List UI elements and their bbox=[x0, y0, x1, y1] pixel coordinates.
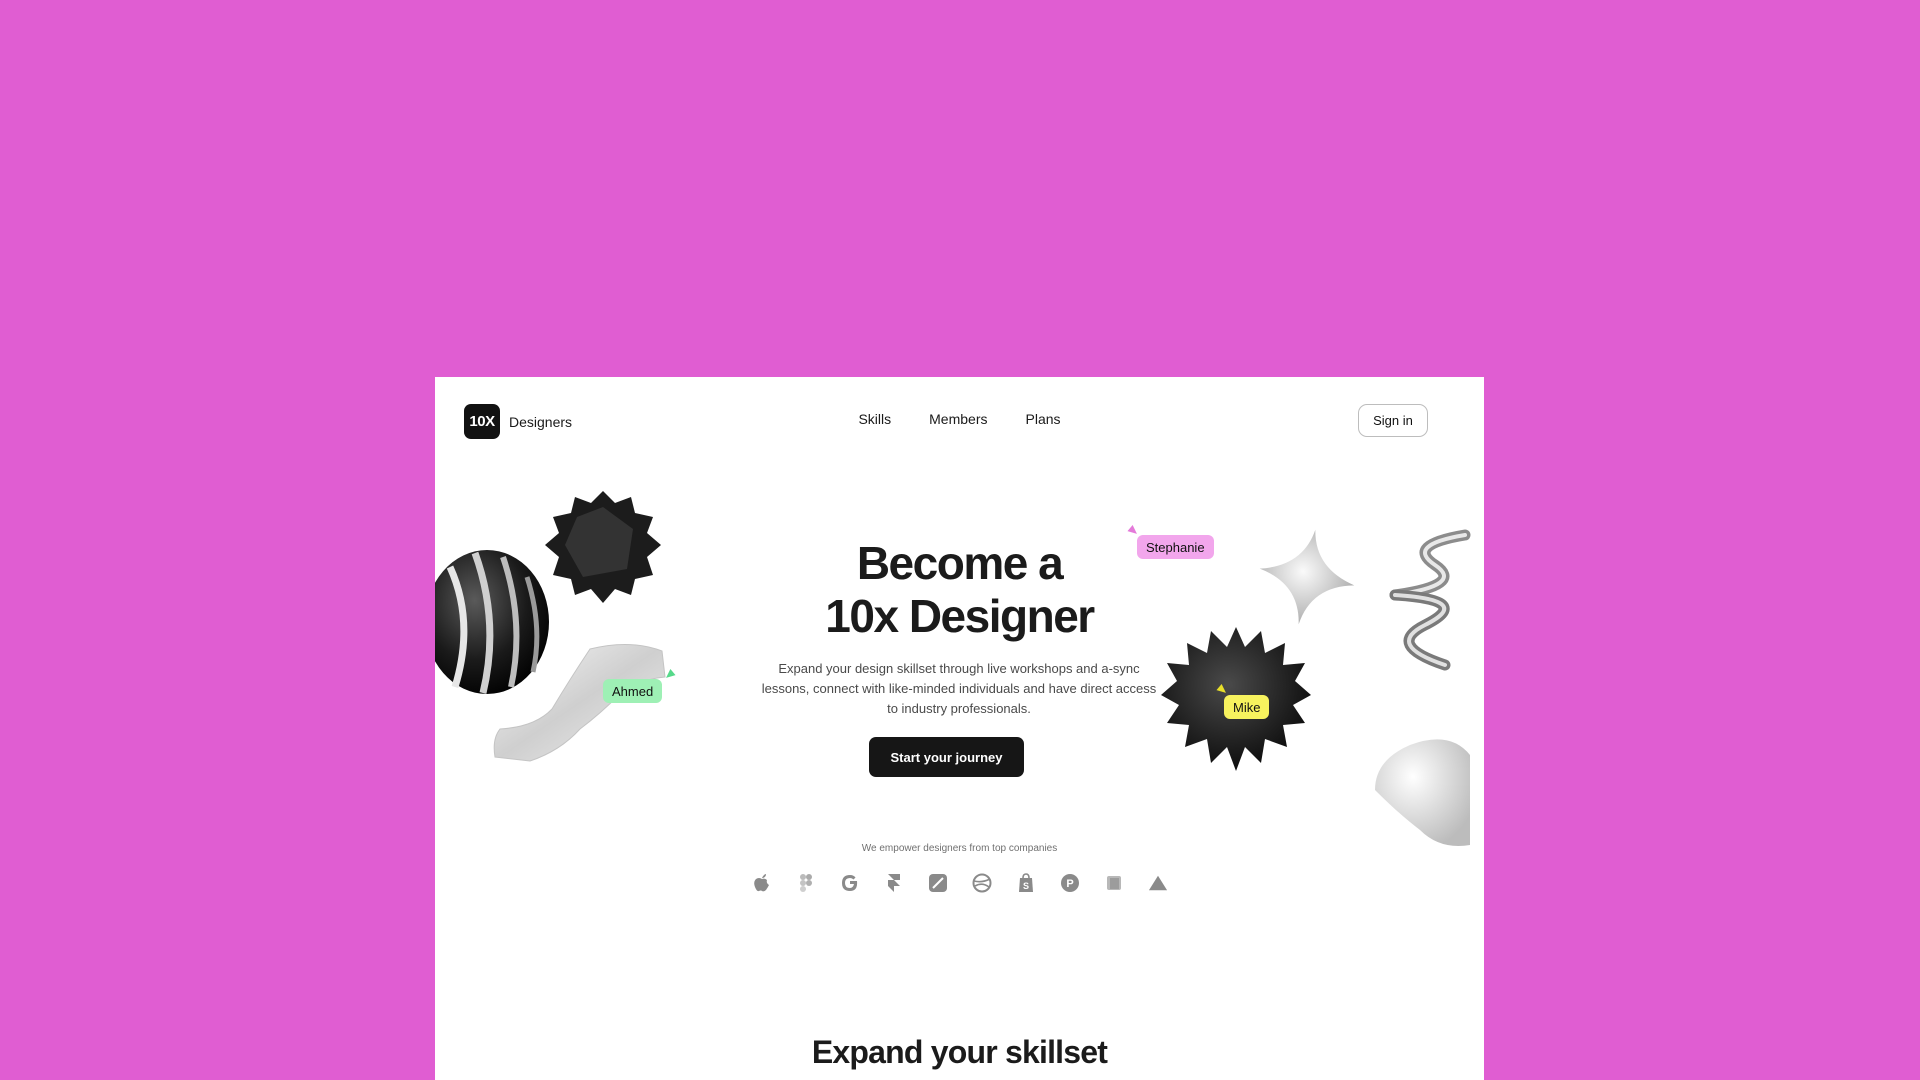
notion-icon bbox=[1104, 873, 1124, 893]
nav-item-skills[interactable]: Skills bbox=[858, 411, 891, 427]
collaborator-badge-ahmed: Ahmed bbox=[603, 679, 663, 703]
svg-text:S: S bbox=[1022, 881, 1028, 891]
start-journey-button[interactable]: Start your journey bbox=[869, 737, 1024, 777]
companies-caption: We empower designers from top companies bbox=[861, 843, 1058, 854]
svg-text:P: P bbox=[1066, 878, 1073, 890]
collaborator-badge-mike: Mike bbox=[1224, 695, 1270, 719]
nav-item-members[interactable]: Members bbox=[929, 411, 987, 427]
vercel-icon bbox=[1148, 873, 1168, 893]
landing-page: 10X Designers Skills Members Plans Sign … bbox=[435, 377, 1484, 1080]
cursor-stephanie-icon bbox=[1127, 525, 1140, 537]
framer-icon bbox=[884, 873, 904, 893]
main-nav: Skills Members Plans bbox=[435, 411, 1484, 427]
figma-icon bbox=[796, 873, 816, 893]
shopify-icon: S bbox=[1016, 873, 1036, 893]
google-icon bbox=[840, 873, 860, 893]
wavy-ribbon-shape bbox=[493, 643, 666, 762]
section-title: Expand your skillset bbox=[811, 1034, 1108, 1070]
linear-icon bbox=[928, 873, 948, 893]
hero-title-line2: 10x Designer bbox=[825, 590, 1095, 642]
white-blob-shape bbox=[1375, 739, 1470, 846]
apple-icon bbox=[752, 873, 772, 893]
hero-title: Become a 10x Designer bbox=[435, 537, 1484, 643]
hero-title-line1: Become a bbox=[856, 537, 1064, 589]
producthunt-icon: P bbox=[1060, 873, 1080, 893]
nav-item-plans[interactable]: Plans bbox=[1026, 411, 1061, 427]
hero-subtitle: Expand your design skillset through live… bbox=[761, 661, 1157, 716]
company-logos: S P bbox=[435, 873, 1484, 893]
dribbble-icon bbox=[972, 873, 992, 893]
sign-in-button[interactable]: Sign in bbox=[1358, 404, 1428, 437]
